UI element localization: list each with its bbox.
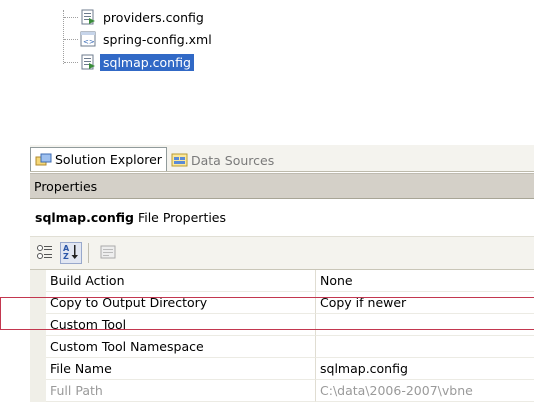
object-selector[interactable]: sqlmap.config File Properties (30, 205, 534, 229)
property-value: C:\data\2006-2007\vbne (316, 380, 534, 402)
tab-label: Data Sources (190, 152, 275, 168)
object-name: sqlmap.config (35, 209, 134, 225)
property-grid: Build Action None Copy to Output Directo… (30, 270, 534, 402)
tab-solution-explorer[interactable]: Solution Explorer (30, 147, 167, 171)
tree-item-label: sqlmap.config (100, 53, 194, 71)
property-pages-button[interactable] (97, 242, 119, 264)
alphabetical-icon: A Z (62, 243, 80, 264)
properties-window-header: Properties (30, 173, 534, 199)
tab-data-sources[interactable]: Data Sources (167, 149, 278, 171)
property-row[interactable]: Custom Tool Namespace (30, 336, 534, 358)
alphabetical-button[interactable]: A Z (60, 242, 82, 264)
grid-margin (30, 358, 46, 380)
svg-text:Z: Z (63, 252, 69, 261)
grid-margin (30, 270, 46, 292)
property-value[interactable]: sqlmap.config (316, 358, 534, 380)
property-row[interactable]: Full Path C:\data\2006-2007\vbne (30, 380, 534, 402)
properties-title: Properties (34, 178, 98, 194)
xml-file-icon: <> (80, 31, 96, 47)
grid-margin (30, 336, 46, 358)
config-file-icon (80, 9, 96, 25)
tree-connector (63, 10, 64, 64)
categorized-icon (36, 243, 54, 264)
tool-window-tabs: Solution Explorer Data Sources (30, 145, 534, 172)
tree-item-label: providers.config (103, 9, 204, 25)
solution-explorer-icon (35, 152, 53, 168)
annotation-highlight-box (0, 297, 534, 330)
property-pages-icon (99, 243, 117, 264)
object-type: File Properties (137, 209, 227, 225)
tree-item-spring-config-xml[interactable]: <> spring-config.xml (80, 29, 215, 49)
property-row[interactable]: Build Action None (30, 270, 534, 292)
categorized-button[interactable] (34, 242, 56, 264)
property-name: File Name (46, 358, 316, 380)
tree-item-label: spring-config.xml (103, 31, 212, 47)
property-row[interactable]: File Name sqlmap.config (30, 358, 534, 380)
property-name: Custom Tool Namespace (46, 336, 316, 358)
tree-connector (64, 62, 78, 63)
tab-label: Solution Explorer (55, 152, 162, 167)
config-file-icon (80, 54, 96, 70)
property-value[interactable]: None (316, 270, 534, 292)
data-sources-icon (171, 152, 189, 168)
tree-item-providers-config[interactable]: providers.config (80, 7, 207, 27)
toolbar-separator (88, 243, 89, 263)
tree-connector (64, 39, 78, 40)
properties-toolbar: A Z (30, 236, 534, 270)
tree-connector (64, 17, 78, 18)
property-name: Build Action (46, 270, 316, 292)
property-value[interactable] (316, 336, 534, 358)
property-name: Full Path (46, 380, 316, 402)
grid-margin (30, 380, 46, 402)
tree-item-sqlmap-config[interactable]: sqlmap.config (80, 52, 194, 72)
svg-text:<>: <> (83, 38, 95, 46)
